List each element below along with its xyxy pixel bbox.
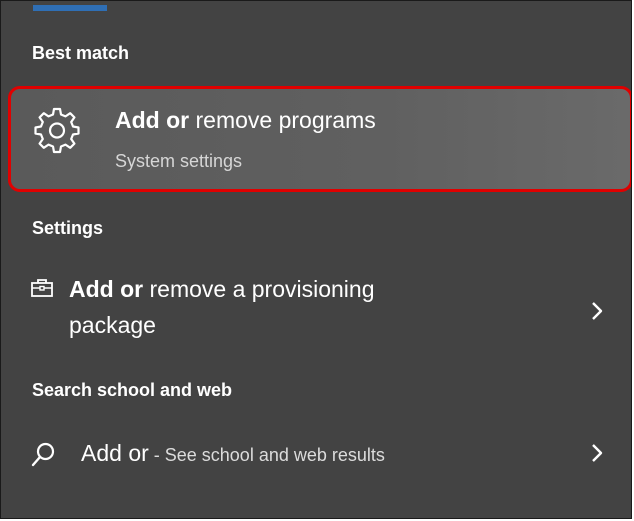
best-match-subtitle: System settings xyxy=(115,151,243,171)
search-results-panel: Best match Add or remove programs System… xyxy=(0,0,632,519)
gear-icon xyxy=(34,107,80,154)
settings-result-title: Add or remove a provisioning package xyxy=(69,271,375,343)
web-result-hint: - See school and web results xyxy=(148,445,385,465)
active-tab-indicator xyxy=(33,5,107,11)
settings-result-provisioning[interactable]: Add or remove a provisioning package xyxy=(1,271,631,351)
best-match-title-rest: remove programs xyxy=(189,107,376,133)
section-header-settings: Settings xyxy=(32,218,104,238)
settings-result-title-rest: remove a provisioning xyxy=(143,276,375,302)
web-result-text: Add or - See school and web results xyxy=(81,435,385,473)
section-header-search-web: Search school and web xyxy=(32,380,233,400)
section-header-best-match: Best match xyxy=(32,43,130,63)
chevron-right-icon xyxy=(592,444,603,462)
web-result-query: Add or xyxy=(81,440,149,466)
best-match-title: Add or remove programs xyxy=(115,107,376,134)
settings-result-title-bold: Add or xyxy=(69,276,144,302)
best-match-result[interactable]: Add or remove programs System settings xyxy=(8,86,631,192)
chevron-right-icon xyxy=(592,302,603,320)
settings-result-title-line2: package xyxy=(69,312,156,338)
web-result[interactable]: Add or - See school and web results xyxy=(1,435,631,475)
best-match-title-bold: Add or xyxy=(115,107,190,133)
search-icon xyxy=(31,442,55,467)
briefcase-icon xyxy=(31,279,53,297)
